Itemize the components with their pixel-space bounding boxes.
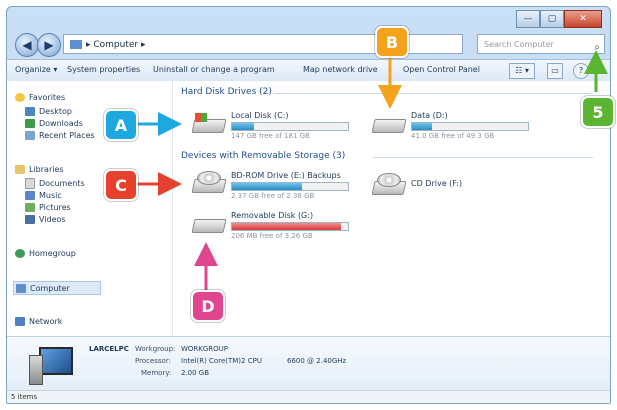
videos-icon bbox=[25, 214, 35, 224]
network-icon bbox=[15, 316, 25, 326]
map-network-drive-button[interactable]: Map network drive bbox=[303, 65, 378, 74]
processor-value: Intel(R) Core(TM)2 CPU bbox=[181, 357, 262, 365]
address-path: ▸ Computer ▸ bbox=[86, 40, 146, 50]
workgroup-label: Workgroup: bbox=[135, 345, 176, 353]
details-pane: LARCELPC Workgroup: WORKGROUP Processor:… bbox=[7, 336, 610, 393]
capacity-bar bbox=[231, 222, 349, 231]
group-divider bbox=[273, 93, 593, 94]
capacity-bar bbox=[231, 122, 349, 131]
computer-name: LARCELPC bbox=[89, 345, 129, 353]
system-properties-button[interactable]: System properties bbox=[67, 65, 140, 74]
homegroup-icon bbox=[15, 248, 25, 258]
view-options-icon[interactable]: ☷ ▾ bbox=[509, 63, 535, 79]
navigation-row: ◀ ▶ ▸ Computer ▸ Search Computer ⌕ bbox=[7, 29, 610, 59]
capacity-fill bbox=[232, 223, 342, 230]
maximize-button[interactable]: ▢ bbox=[540, 10, 564, 28]
drives-pane: Hard Disk Drives (2) Local Disk (C:) 147… bbox=[173, 81, 610, 336]
capacity-fill bbox=[232, 123, 255, 130]
sidebar-item-documents[interactable]: Documents bbox=[25, 177, 85, 189]
content-area: Favorites Desktop Downloads Recent Place… bbox=[7, 81, 610, 336]
sidebar-item-music[interactable]: Music bbox=[25, 189, 62, 201]
window-controls: — ▢ ✕ bbox=[516, 10, 602, 28]
star-icon bbox=[15, 92, 25, 102]
callout-c: C bbox=[104, 169, 138, 201]
cd-drive-icon bbox=[371, 173, 407, 195]
sidebar-item-pictures[interactable]: Pictures bbox=[25, 201, 71, 213]
callout-d: D bbox=[191, 290, 225, 322]
pictures-icon bbox=[25, 202, 35, 212]
hard-drive-icon bbox=[191, 111, 227, 133]
music-icon bbox=[25, 190, 35, 200]
uninstall-program-button[interactable]: Uninstall or change a program bbox=[153, 65, 275, 74]
sidebar-item-recent-places[interactable]: Recent Places bbox=[25, 129, 95, 141]
search-input[interactable]: Search Computer ⌕ bbox=[477, 34, 605, 54]
preview-pane-icon[interactable]: ▭ bbox=[547, 63, 563, 79]
close-button[interactable]: ✕ bbox=[564, 10, 602, 28]
capacity-fill bbox=[412, 123, 432, 130]
minimize-button[interactable]: — bbox=[516, 10, 540, 28]
capacity-bar bbox=[231, 182, 349, 191]
navigation-pane: Favorites Desktop Downloads Recent Place… bbox=[7, 81, 173, 336]
organize-menu[interactable]: Organize ▾ bbox=[15, 65, 57, 74]
memory-label: Memory: bbox=[141, 369, 172, 377]
processor-speed: 6600 @ 2.40GHz bbox=[287, 357, 347, 365]
hard-disk-drives-header[interactable]: Hard Disk Drives (2) bbox=[181, 87, 272, 97]
computer-icon bbox=[70, 40, 82, 49]
explorer-window: — ▢ ✕ ◀ ▶ ▸ Computer ▸ Search Computer ⌕… bbox=[6, 6, 611, 404]
sidebar-item-libraries[interactable]: Libraries bbox=[15, 163, 64, 175]
sidebar-item-computer[interactable]: Computer bbox=[13, 281, 101, 295]
search-icon[interactable]: ⌕ bbox=[594, 38, 600, 58]
libraries-icon bbox=[15, 164, 25, 174]
title-bar: — ▢ ✕ bbox=[7, 7, 610, 31]
back-button[interactable]: ◀ bbox=[15, 33, 39, 57]
desktop-icon bbox=[25, 106, 35, 116]
downloads-icon bbox=[25, 118, 35, 128]
processor-label: Processor: bbox=[135, 357, 171, 365]
open-control-panel-button[interactable]: Open Control Panel bbox=[403, 65, 480, 74]
capacity-bar bbox=[411, 122, 529, 131]
documents-icon bbox=[25, 177, 35, 189]
sidebar-item-videos[interactable]: Videos bbox=[25, 213, 66, 225]
sidebar-item-network[interactable]: Network bbox=[15, 315, 62, 327]
capacity-fill bbox=[232, 183, 302, 190]
command-bar: Organize ▾ System properties Uninstall o… bbox=[7, 59, 610, 83]
workgroup-value: WORKGROUP bbox=[181, 345, 229, 353]
computer-icon bbox=[29, 347, 73, 385]
recent-places-icon bbox=[25, 130, 35, 140]
search-placeholder: Search Computer bbox=[484, 40, 554, 49]
sidebar-item-favorites[interactable]: Favorites bbox=[15, 91, 65, 103]
memory-value: 2.00 GB bbox=[181, 369, 210, 377]
sidebar-item-desktop[interactable]: Desktop bbox=[25, 105, 72, 117]
callout-b: B bbox=[375, 26, 409, 58]
forward-button[interactable]: ▶ bbox=[37, 33, 61, 57]
hard-drive-icon bbox=[371, 111, 407, 133]
group-divider bbox=[373, 157, 593, 158]
removable-storage-header[interactable]: Devices with Removable Storage (3) bbox=[181, 151, 345, 161]
sidebar-item-homegroup[interactable]: Homegroup bbox=[15, 247, 76, 259]
bd-rom-icon bbox=[191, 171, 227, 193]
computer-icon bbox=[16, 283, 26, 293]
help-icon[interactable]: ? bbox=[573, 63, 589, 79]
sidebar-item-downloads[interactable]: Downloads bbox=[25, 117, 83, 129]
removable-disk-icon bbox=[191, 211, 227, 233]
status-bar: 5 items bbox=[7, 390, 610, 403]
callout-5: 5 bbox=[581, 96, 615, 128]
callout-a: A bbox=[104, 109, 138, 141]
